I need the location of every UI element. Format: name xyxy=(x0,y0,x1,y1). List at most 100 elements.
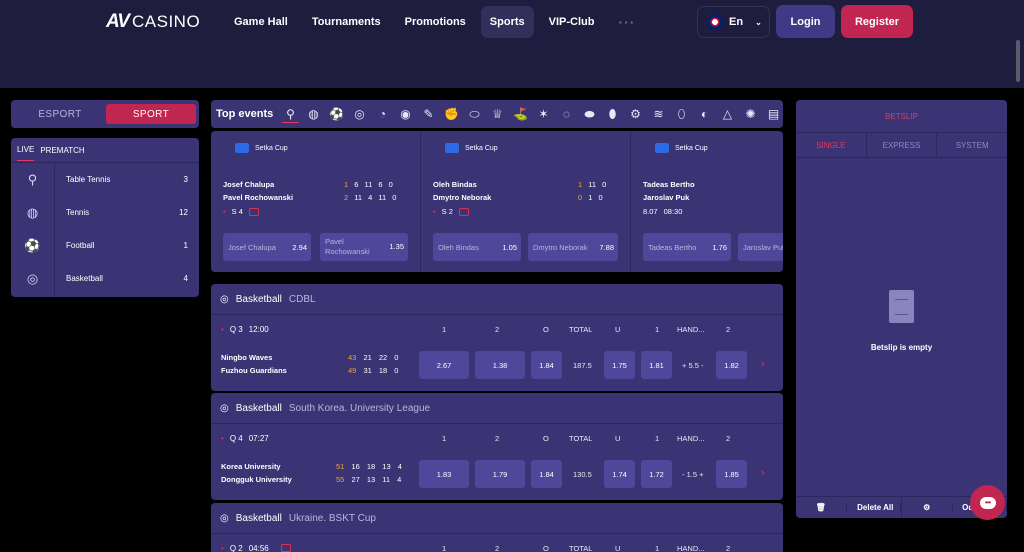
sport-item-table-tennis[interactable]: ⚲ Table Tennis 3 xyxy=(11,163,199,196)
delete-all-button[interactable]: 🗑 Delete All xyxy=(796,497,902,518)
hockey-icon[interactable]: ◐ xyxy=(696,106,713,123)
column-header: TOTAL xyxy=(569,325,593,334)
nav-sports[interactable]: Sports xyxy=(480,6,534,38)
odd-button[interactable]: Pavel Rochowanski 1.35 xyxy=(320,233,408,261)
nav-vip-club[interactable]: VIP-Club xyxy=(540,6,604,38)
game-clock: 12:00 xyxy=(248,325,269,334)
game-header[interactable]: ◎ Basketball CDBL xyxy=(211,284,783,315)
live-stream-icon[interactable] xyxy=(280,544,291,552)
golf-icon[interactable]: ⛳ xyxy=(512,106,529,123)
event-card[interactable]: Setka Cup Josef Chalupa Pavel Rochowansk… xyxy=(211,131,421,272)
rugby-icon[interactable]: ⬭ xyxy=(466,106,483,123)
tab-single[interactable]: SINGLE xyxy=(796,133,867,157)
cup-name: Setka Cup xyxy=(465,144,498,152)
site-logo[interactable]: AV CASINO xyxy=(106,11,200,32)
tab-express[interactable]: EXPRESS xyxy=(867,133,938,157)
odd-button[interactable]: 2.67 xyxy=(419,351,469,379)
darts-icon[interactable]: ◉ xyxy=(397,106,414,123)
game-status: • Q 4 07:27 xyxy=(221,434,269,443)
tab-prematch[interactable]: PREMATCH xyxy=(40,140,84,161)
odd-button[interactable]: 1.82 xyxy=(716,351,747,379)
odd-button[interactable]: 1.84 xyxy=(531,460,562,488)
tab-system[interactable]: SYSTEM xyxy=(937,133,1007,157)
handicap-value: + 5.5 - xyxy=(682,361,704,370)
odd-button[interactable]: Dmytro Neborak 7.88 xyxy=(528,233,618,261)
baseball-icon[interactable]: ◌ xyxy=(558,106,575,123)
game-header[interactable]: ◎ Basketball Ukraine. BSKT Cup xyxy=(211,503,783,534)
live-stream-icon[interactable] xyxy=(248,207,259,216)
tab-live[interactable]: LIVE xyxy=(17,139,35,161)
odd-button[interactable]: 1.84 xyxy=(531,351,562,379)
betslip-title: BETSLIP xyxy=(796,100,1007,133)
odd-button[interactable]: 1.75 xyxy=(604,351,635,379)
odd-button[interactable]: 1.72 xyxy=(641,460,672,488)
score-away: 49 31 18 0 xyxy=(348,366,398,375)
column-header: 2 xyxy=(495,544,500,552)
sport-item-basketball[interactable]: ◎ Basketball 4 xyxy=(11,262,199,295)
odd-button[interactable]: Jaroslav Puk xyxy=(738,233,783,261)
odd-button[interactable]: 1.85 xyxy=(716,460,747,488)
score-away: 55 27 13 11 4 xyxy=(336,475,401,484)
swimming-icon[interactable]: ≋ xyxy=(650,106,667,123)
live-stream-icon[interactable] xyxy=(458,207,469,216)
snooker-icon[interactable]: ✺ xyxy=(742,106,759,123)
game-block: ◎ Basketball CDBL • Q 3 12:00 1 2 O TOTAL U … xyxy=(211,284,783,391)
language-selector[interactable]: En ⌄ xyxy=(697,6,770,38)
odd-button[interactable]: Tadeas Bertho 1.76 xyxy=(643,233,731,261)
chevron-right-icon[interactable]: › xyxy=(761,467,765,479)
logo-mark: AV xyxy=(106,11,130,32)
nav-game-hall[interactable]: Game Hall xyxy=(225,6,297,38)
odd-button[interactable]: 1.79 xyxy=(475,460,525,488)
login-button[interactable]: Login xyxy=(776,5,835,38)
chevron-right-icon[interactable]: › xyxy=(761,358,765,370)
game-status: • Q 2 04:56 xyxy=(221,544,291,552)
boxing-icon[interactable]: ✊ xyxy=(443,106,460,123)
trash-icon: 🗑 xyxy=(796,503,847,512)
volleyball-icon[interactable]: ◔ xyxy=(374,106,391,123)
trophy-icon[interactable]: ♕ xyxy=(489,106,506,123)
page-scrollbar[interactable] xyxy=(1016,40,1020,82)
odd-value: 1.76 xyxy=(712,242,727,252)
rugby-ball-icon[interactable]: ⬯ xyxy=(673,106,690,123)
american-football-icon[interactable]: ⬮ xyxy=(604,106,621,123)
column-header: 1 xyxy=(655,544,660,552)
nav-promotions[interactable]: Promotions xyxy=(396,6,475,38)
table-tennis-icon[interactable]: ⚲ xyxy=(282,106,299,123)
handicap-value: - 1.5 + xyxy=(682,470,704,479)
cup-name: Setka Cup xyxy=(675,144,708,152)
player-2: Dmytro Neborak xyxy=(433,193,492,202)
handball-icon[interactable]: ⬬ xyxy=(581,106,598,123)
event-card[interactable]: Setka Cup Oleh Bindas Dmytro Neborak 1 1… xyxy=(421,131,631,272)
odd-button[interactable]: 1.38 xyxy=(475,351,525,379)
nav-tournaments[interactable]: Tournaments xyxy=(303,6,390,38)
column-header: U xyxy=(615,434,621,443)
other-sport-icon[interactable]: ▤ xyxy=(765,106,782,123)
football-icon[interactable]: ⚽ xyxy=(328,106,345,123)
team-home: Ningbo Waves xyxy=(221,353,273,362)
tennis-icon[interactable]: ◍ xyxy=(305,106,322,123)
chat-button[interactable]: ••• xyxy=(970,485,1005,520)
odd-button[interactable]: 1.81 xyxy=(641,351,672,379)
odd-button[interactable]: Josef Chalupa 2.94 xyxy=(223,233,311,261)
sport-item-football[interactable]: ⚽ Football 1 xyxy=(11,229,199,262)
basketball-icon[interactable]: ◎ xyxy=(351,106,368,123)
odd-label: Pavel Rochowanski xyxy=(325,237,370,256)
sport-tab[interactable]: SPORT xyxy=(106,104,196,124)
game-header[interactable]: ◎ Basketball South Korea. University Leagu… xyxy=(211,393,783,424)
odd-button[interactable]: 1.83 xyxy=(419,460,469,488)
gear-icon: ⚙ xyxy=(902,503,953,512)
sport-item-tennis[interactable]: ◍ Tennis 12 xyxy=(11,196,199,229)
odd-button[interactable]: Oleh Bindas 1.05 xyxy=(433,233,521,261)
event-card[interactable]: Setka Cup Tadeas Bertho Jaroslav Puk 8.0… xyxy=(631,131,783,272)
top-events-bar: Top events ⚲ ◍ ⚽ ◎ ◔ ◉ ✎ ✊ ⬭ ♕ ⛳ ✶ ◌ ⬬ ⬮… xyxy=(211,100,783,128)
badminton-icon[interactable]: ✎ xyxy=(420,106,437,123)
esport-tab[interactable]: ESPORT xyxy=(15,104,105,124)
cycling-icon[interactable]: ⚙ xyxy=(627,106,644,123)
live-dot-icon: • xyxy=(223,207,226,216)
odd-button[interactable]: 1.74 xyxy=(604,460,635,488)
athletics-icon[interactable]: ✶ xyxy=(535,106,552,123)
score-total: 49 xyxy=(348,366,357,375)
register-button[interactable]: Register xyxy=(841,5,913,38)
cricket-icon[interactable]: △ xyxy=(719,106,736,123)
nav-more-icon[interactable]: ··· xyxy=(609,6,644,38)
